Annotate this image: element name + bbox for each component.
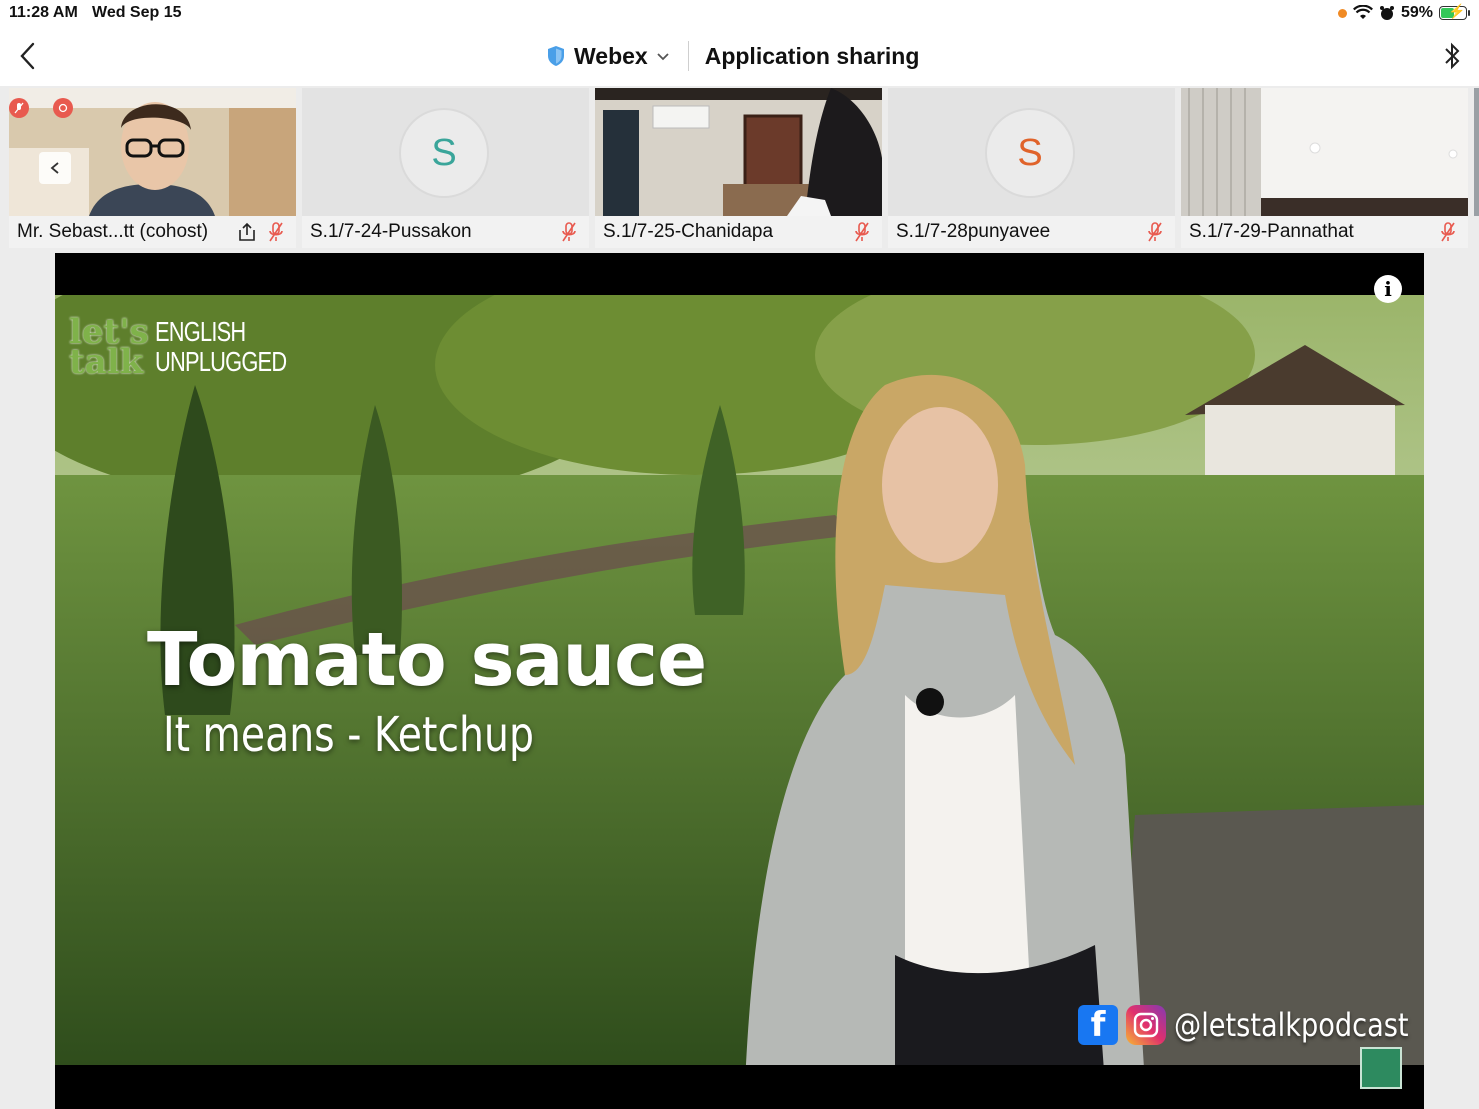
status-indicators: 59% ⚡ bbox=[1337, 3, 1470, 22]
sharing-icon bbox=[239, 222, 255, 241]
participant-tile[interactable]: S.1/7-29-Pannathat bbox=[1181, 88, 1468, 248]
channel-logo: let's talk ENGLISH UNPLUGGED bbox=[69, 315, 323, 382]
battery-percent: 59% bbox=[1400, 4, 1433, 21]
logo-sub: ENGLISH UNPLUGGED bbox=[149, 317, 323, 377]
shield-icon bbox=[548, 46, 564, 66]
status-time: 11:28 AM bbox=[9, 4, 78, 21]
participant-label: S.1/7-25-Chanidapa bbox=[595, 216, 882, 248]
logo-sub-bottom: UNPLUGGED bbox=[154, 346, 287, 377]
shared-video-frame: let's talk ENGLISH UNPLUGGED Tomato sauc… bbox=[55, 295, 1424, 1065]
avatar: S bbox=[399, 108, 489, 198]
page-title: Application sharing bbox=[704, 42, 920, 69]
participant-label: S.1/7-29-Pannathat bbox=[1181, 216, 1468, 248]
nav-divider bbox=[687, 41, 689, 71]
chevron-down-icon[interactable] bbox=[656, 49, 670, 63]
collapse-strip-button[interactable] bbox=[39, 152, 71, 184]
participant-label: Mr. Sebast...tt (cohost) bbox=[9, 216, 296, 248]
avatar: S bbox=[985, 108, 1075, 198]
alarm-icon bbox=[1379, 6, 1394, 20]
app-name-dropdown[interactable]: Webex bbox=[574, 43, 648, 70]
social-handle-group: f @letstalkpodcast bbox=[1078, 1005, 1410, 1045]
participant-video bbox=[1181, 88, 1468, 216]
participant-strip: Mr. Sebast...tt (cohost) S S.1/7-24-Puss… bbox=[0, 88, 1479, 250]
participant-name: S.1/7-25-Chanidapa bbox=[603, 221, 774, 242]
charging-bolt-icon: ⚡ bbox=[1448, 3, 1466, 19]
social-handle: @letstalkpodcast bbox=[1174, 1006, 1409, 1044]
mic-muted-badge-icon bbox=[9, 98, 29, 118]
video-frame-ceiling bbox=[1181, 88, 1468, 216]
mic-muted-icon bbox=[562, 222, 576, 242]
participant-label: S.1/7-24-Pussakon bbox=[302, 216, 589, 248]
logo-sub-top: ENGLISH bbox=[154, 316, 246, 347]
status-bar: 11:28 AM Wed Sep 15 59% ⚡ bbox=[0, 0, 1479, 28]
mic-muted-icon bbox=[269, 222, 283, 242]
participant-name: S.1/7-24-Pussakon bbox=[310, 221, 472, 242]
participant-video: S bbox=[888, 88, 1175, 216]
chevron-left-icon bbox=[50, 162, 59, 174]
instagram-icon bbox=[1126, 1005, 1166, 1045]
recording-dot-icon bbox=[1337, 8, 1347, 18]
info-button[interactable]: i bbox=[1374, 275, 1402, 303]
participant-name: S.1/7-28punyavee bbox=[896, 221, 1051, 242]
wifi-icon bbox=[1352, 5, 1373, 19]
participant-name: Mr. Sebast...tt (cohost) bbox=[17, 221, 209, 242]
subscribe-badge-icon bbox=[1360, 1047, 1402, 1089]
participant-video: S bbox=[302, 88, 589, 216]
video-headline: Tomato sauce bbox=[147, 617, 707, 703]
logo-main-bottom: talk bbox=[69, 342, 144, 382]
mic-muted-icon bbox=[1148, 222, 1162, 242]
battery-icon: ⚡ bbox=[1439, 3, 1470, 20]
facebook-icon: f bbox=[1078, 1005, 1118, 1045]
video-subline: It means - Ketchup bbox=[163, 707, 534, 763]
back-chevron-icon[interactable] bbox=[14, 41, 44, 71]
participant-tile[interactable]: S S.1/7-24-Pussakon bbox=[302, 88, 589, 248]
participant-name: S.1/7-29-Pannathat bbox=[1189, 221, 1354, 242]
nav-title-group: Webex Application sharing bbox=[546, 40, 919, 72]
nav-bar: Webex Application sharing bbox=[0, 28, 1479, 86]
bluetooth-icon[interactable] bbox=[1441, 40, 1463, 72]
next-tile-edge[interactable] bbox=[1474, 88, 1479, 216]
video-off-badge-icon bbox=[53, 98, 73, 118]
participant-label: S.1/7-28punyavee bbox=[888, 216, 1175, 248]
participant-video bbox=[595, 88, 882, 216]
participant-tile[interactable]: S S.1/7-28punyavee bbox=[888, 88, 1175, 248]
logo-main: let's talk bbox=[69, 315, 149, 382]
status-date: Wed Sep 15 bbox=[92, 4, 182, 21]
participant-tile[interactable]: S.1/7-25-Chanidapa bbox=[595, 88, 882, 248]
shared-screen[interactable]: let's talk ENGLISH UNPLUGGED Tomato sauc… bbox=[55, 253, 1424, 1109]
mic-muted-icon bbox=[855, 222, 869, 242]
mic-muted-icon bbox=[1441, 222, 1455, 242]
video-frame-room bbox=[595, 88, 882, 216]
participant-tile[interactable]: Mr. Sebast...tt (cohost) bbox=[9, 88, 296, 248]
participant-video bbox=[9, 88, 296, 216]
